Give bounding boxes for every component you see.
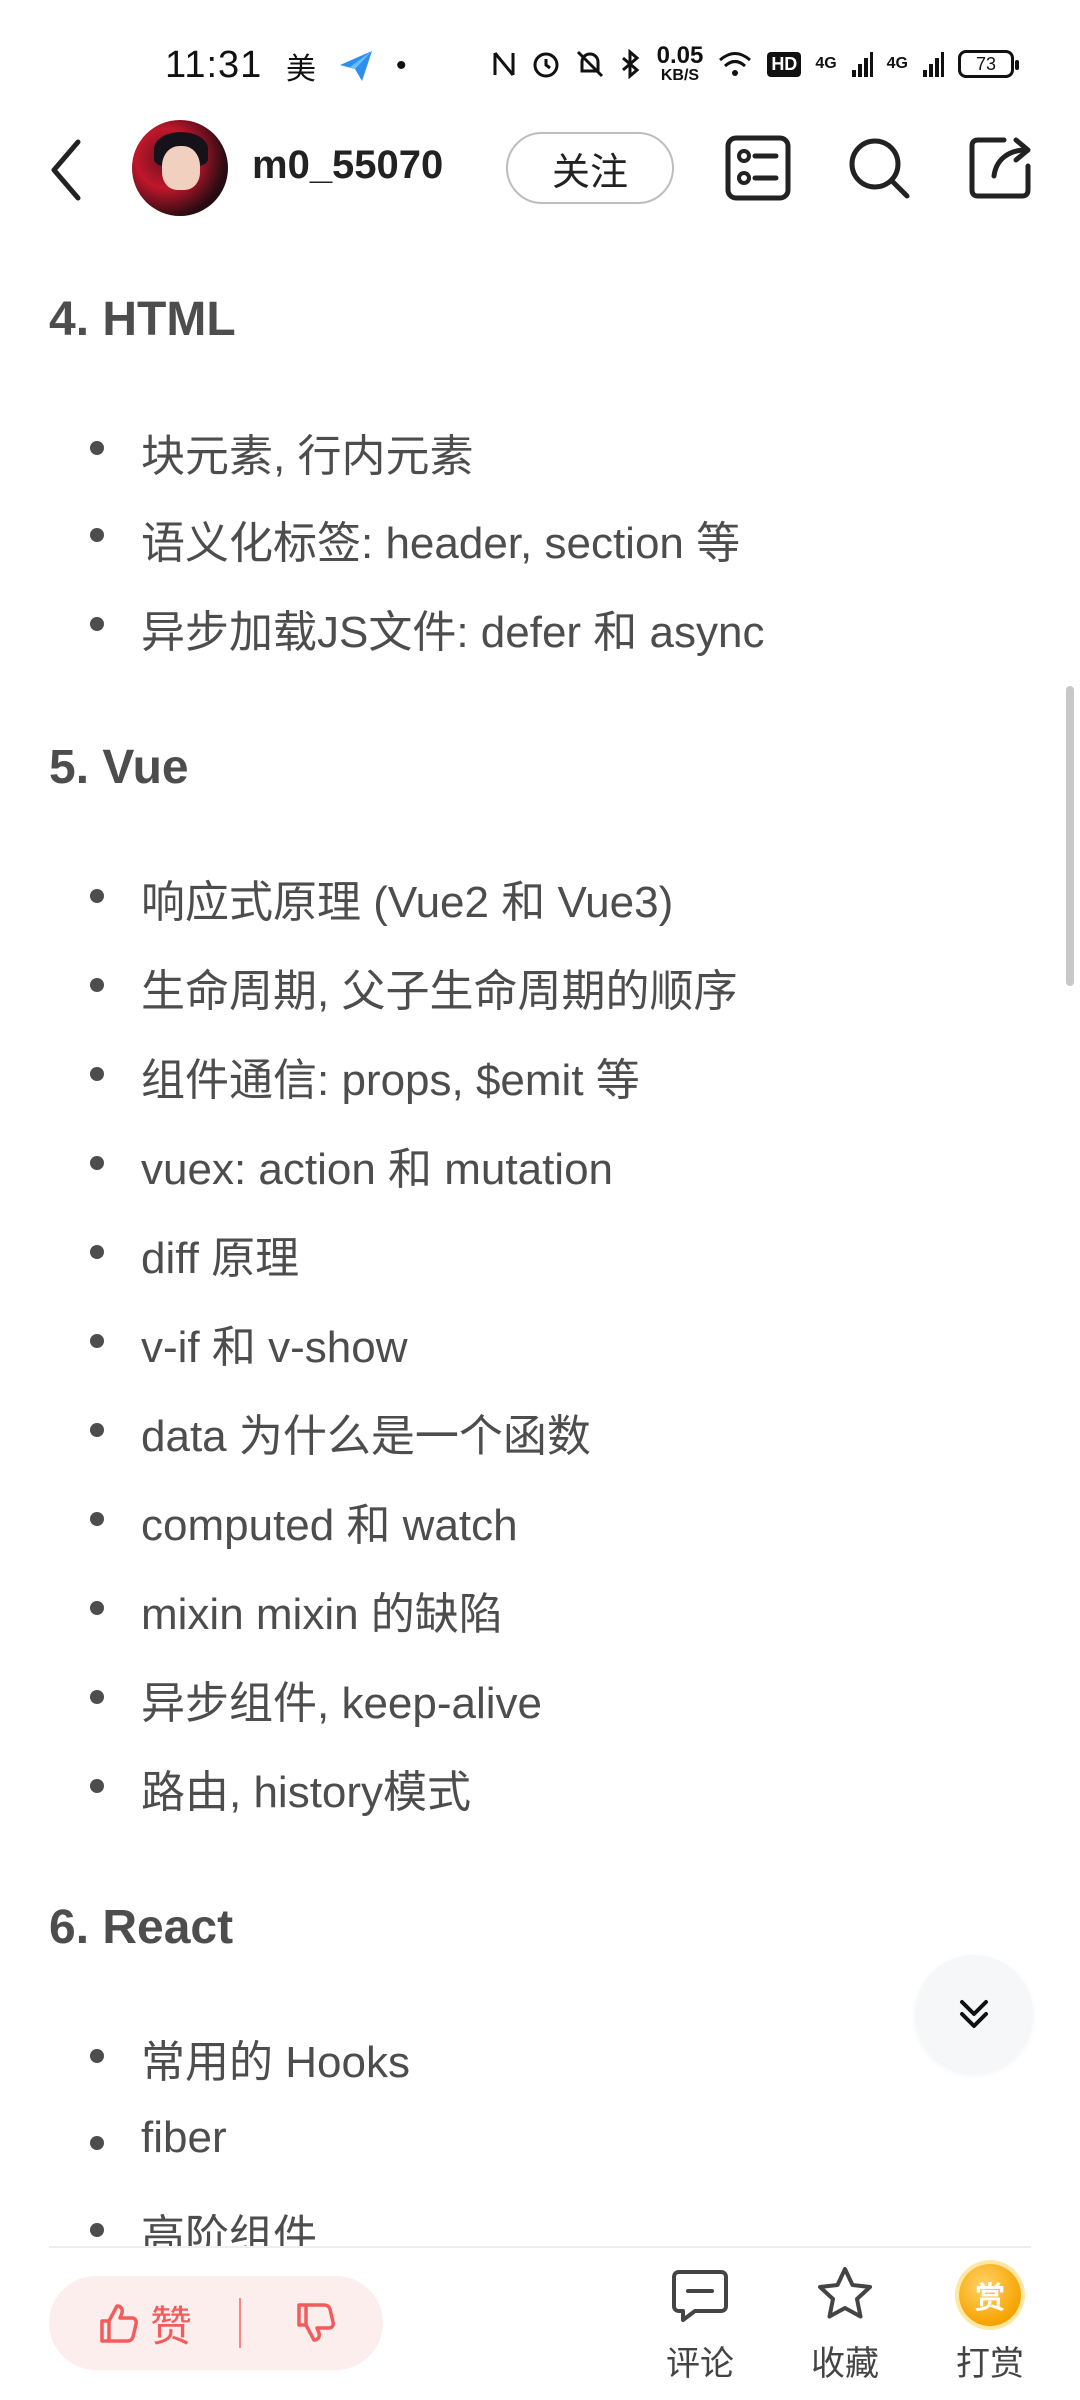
list-item: data 为什么是一个函数 (141, 1412, 591, 1461)
list-item: vuex: action 和 mutation (141, 1145, 614, 1194)
like-label: 赞 (149, 2302, 192, 2350)
list-bullet (90, 2136, 104, 2150)
back-button[interactable] (40, 130, 100, 210)
list-item: 语义化标签: header, section 等 (141, 519, 741, 568)
list-icon (725, 135, 791, 201)
paper-plane-icon (340, 51, 372, 81)
section-title-vue: 5. Vue (49, 741, 189, 794)
list-bullet (90, 441, 104, 455)
list-item: 生命周期, 父子生命周期的顺序 (141, 967, 738, 1016)
wifi-icon (719, 52, 752, 76)
alarm-icon (533, 52, 559, 78)
signal-bars-icon (851, 52, 873, 77)
nfc-icon (493, 52, 515, 76)
list-bullet (90, 889, 104, 903)
toc-button[interactable] (722, 132, 794, 204)
double-chevron-down-icon (960, 2000, 988, 2028)
list-item: 响应式原理 (Vue2 和 Vue3) (141, 878, 674, 927)
favorite-label: 收藏 (811, 2345, 879, 2383)
star-icon (818, 2267, 872, 2319)
list-bullet (90, 2223, 104, 2237)
list-item: 常用的 Hooks (141, 2038, 410, 2087)
list-bullet (90, 1601, 104, 1615)
list-bullet (90, 1334, 104, 1348)
meituan-icon: 美 (286, 53, 316, 86)
reward-button[interactable]: 赏 打赏 (935, 2264, 1045, 2394)
list-item: 块元素, 行内元素 (141, 432, 474, 481)
status-left-icons: 美 • (286, 44, 407, 88)
list-item: 异步加载JS文件: defer 和 async (141, 608, 765, 657)
net-speed: 0.05 KB/S (656, 42, 704, 84)
dot-icon: • (396, 49, 407, 82)
bottom-divider (49, 2246, 1031, 2248)
reward-coin-icon: 赏 (959, 2264, 1021, 2326)
username[interactable]: m0_55070 (252, 143, 443, 188)
chevron-left-icon (51, 139, 81, 201)
list-bullet (90, 617, 104, 631)
status-bar: 11:31 美 • 0.05 KB/S HD 4G 4G 73 (0, 0, 1080, 130)
list-item: v-if 和 v-show (141, 1323, 408, 1372)
mute-icon (576, 50, 603, 78)
list-item: fiber (141, 2113, 227, 2162)
comment-icon (672, 2270, 728, 2322)
signal-4g-1: 4G (815, 55, 837, 72)
status-right-icons: 0.05 KB/S HD 4G 4G 73 (491, 42, 1019, 84)
thumbs-up-icon (100, 2304, 138, 2343)
list-bullet (90, 528, 104, 542)
list-bullet (90, 978, 104, 992)
list-bullet (90, 1423, 104, 1437)
search-icon (849, 138, 910, 199)
list-bullet (90, 1156, 104, 1170)
list-bullet (90, 1690, 104, 1704)
follow-button[interactable]: 关注 (506, 132, 674, 204)
list-item: 组件通信: props, $emit 等 (141, 1056, 640, 1105)
favorite-button[interactable]: 收藏 (790, 2264, 900, 2394)
list-item: 异步组件, keep-alive (141, 1679, 543, 1728)
signal-4g-2: 4G (886, 55, 908, 72)
hd-badge: HD (767, 51, 802, 77)
bluetooth-icon (621, 49, 639, 79)
battery-indicator: 73 (958, 50, 1019, 78)
list-item: mixin mixin 的缺陷 (141, 1590, 503, 1639)
status-time: 11:31 (165, 44, 263, 86)
list-bullet (90, 1779, 104, 1793)
list-bullet (90, 1067, 104, 1081)
list-item: 路由, history模式 (141, 1768, 472, 1817)
dislike-button[interactable] (260, 2276, 370, 2370)
avatar[interactable] (132, 120, 228, 216)
scrollbar[interactable] (1066, 686, 1074, 986)
section-title-react: 6. React (49, 1901, 234, 1954)
reward-label: 打赏 (956, 2345, 1024, 2383)
list-item: computed 和 watch (141, 1501, 518, 1550)
avatar-face (162, 146, 200, 190)
signal-bars-icon (923, 52, 944, 77)
section-title-html: 4. HTML (49, 293, 236, 346)
list-bullet (90, 1512, 104, 1526)
list-bullet (90, 1245, 104, 1259)
like-button[interactable]: 赞 (49, 2276, 239, 2370)
thumbs-down-icon (297, 2303, 335, 2342)
comment-button[interactable]: 评论 (645, 2264, 755, 2394)
comment-label: 评论 (666, 2345, 734, 2383)
scroll-down-button[interactable] (915, 1955, 1033, 2073)
pill-separator (239, 2298, 241, 2348)
share-icon (969, 137, 1031, 199)
list-bullet (90, 2049, 104, 2063)
share-button[interactable] (964, 132, 1036, 204)
search-button[interactable] (843, 132, 915, 204)
list-item: diff 原理 (141, 1234, 300, 1283)
